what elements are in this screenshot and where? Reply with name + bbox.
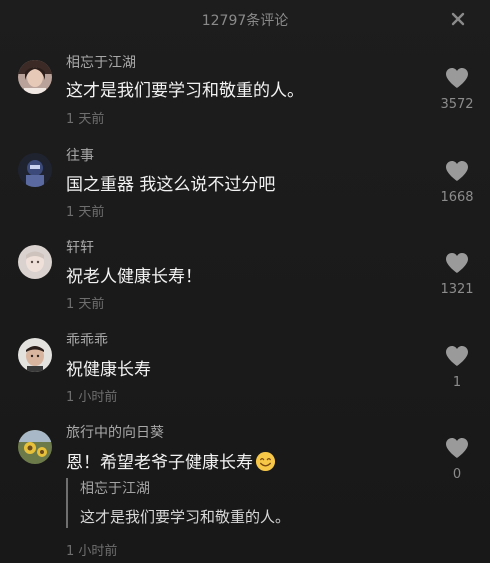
like-control[interactable]: 1668 [434,159,480,205]
avatar[interactable] [18,60,52,94]
comment-count-title: 12797条评论 [201,13,289,29]
heart-icon[interactable] [444,344,470,368]
comment-time: 1 天前 [66,297,105,312]
comment-time: 1 天前 [66,205,105,220]
comments-panel: 12797条评论 相忘于江湖 这才是我们要学习和敬重的人。 1 天前 3572 … [0,0,490,563]
close-button[interactable] [448,9,468,29]
avatar[interactable] [18,153,52,187]
quoted-reply: 相忘于江湖 这才是我们要学习和敬重的人。 [66,478,398,528]
comment-time: 1 小时前 [66,390,118,405]
comment-username[interactable]: 往事 [66,145,94,165]
comment-text: 祝老人健康长寿！ [66,267,202,287]
like-control[interactable]: 0 [434,436,480,482]
avatar[interactable] [18,430,52,464]
comment-text-body: 恩！希望老爷子健康长寿 [66,453,253,473]
comment-username[interactable]: 轩轩 [66,237,94,257]
heart-icon[interactable] [444,159,470,183]
heart-icon[interactable] [444,66,470,90]
quoted-text: 这才是我们要学习和敬重的人。 [80,508,291,526]
like-count: 3572 [440,97,474,112]
avatar[interactable] [18,245,52,279]
like-count: 1 [452,375,462,390]
comment-text: 恩！希望老爷子健康长寿 [66,448,276,473]
smiley-emoji [255,451,276,472]
like-count: 0 [452,467,462,482]
comment-username[interactable]: 乖乖乖 [66,330,108,350]
like-count: 1668 [440,190,474,205]
comment-text: 祝健康长寿 [66,360,151,380]
comment-time: 1 天前 [66,112,105,127]
like-control[interactable]: 1321 [434,251,480,297]
comment-time: 1 小时前 [66,544,118,559]
like-count: 1321 [440,282,474,297]
comment-text: 这才是我们要学习和敬重的人。 [66,81,304,101]
like-control[interactable]: 3572 [434,66,480,112]
like-control[interactable]: 1 [434,344,480,390]
avatar[interactable] [18,338,52,372]
comment-text: 国之重器 我这么说不过分吧 [66,175,276,195]
heart-icon[interactable] [444,251,470,275]
comment-username[interactable]: 相忘于江湖 [66,52,136,72]
close-icon [451,12,465,26]
comments-header: 12797条评论 [0,0,490,38]
heart-icon[interactable] [444,436,470,460]
comment-username[interactable]: 旅行中的向日葵 [66,422,164,442]
quoted-username[interactable]: 相忘于江湖 [80,478,150,498]
